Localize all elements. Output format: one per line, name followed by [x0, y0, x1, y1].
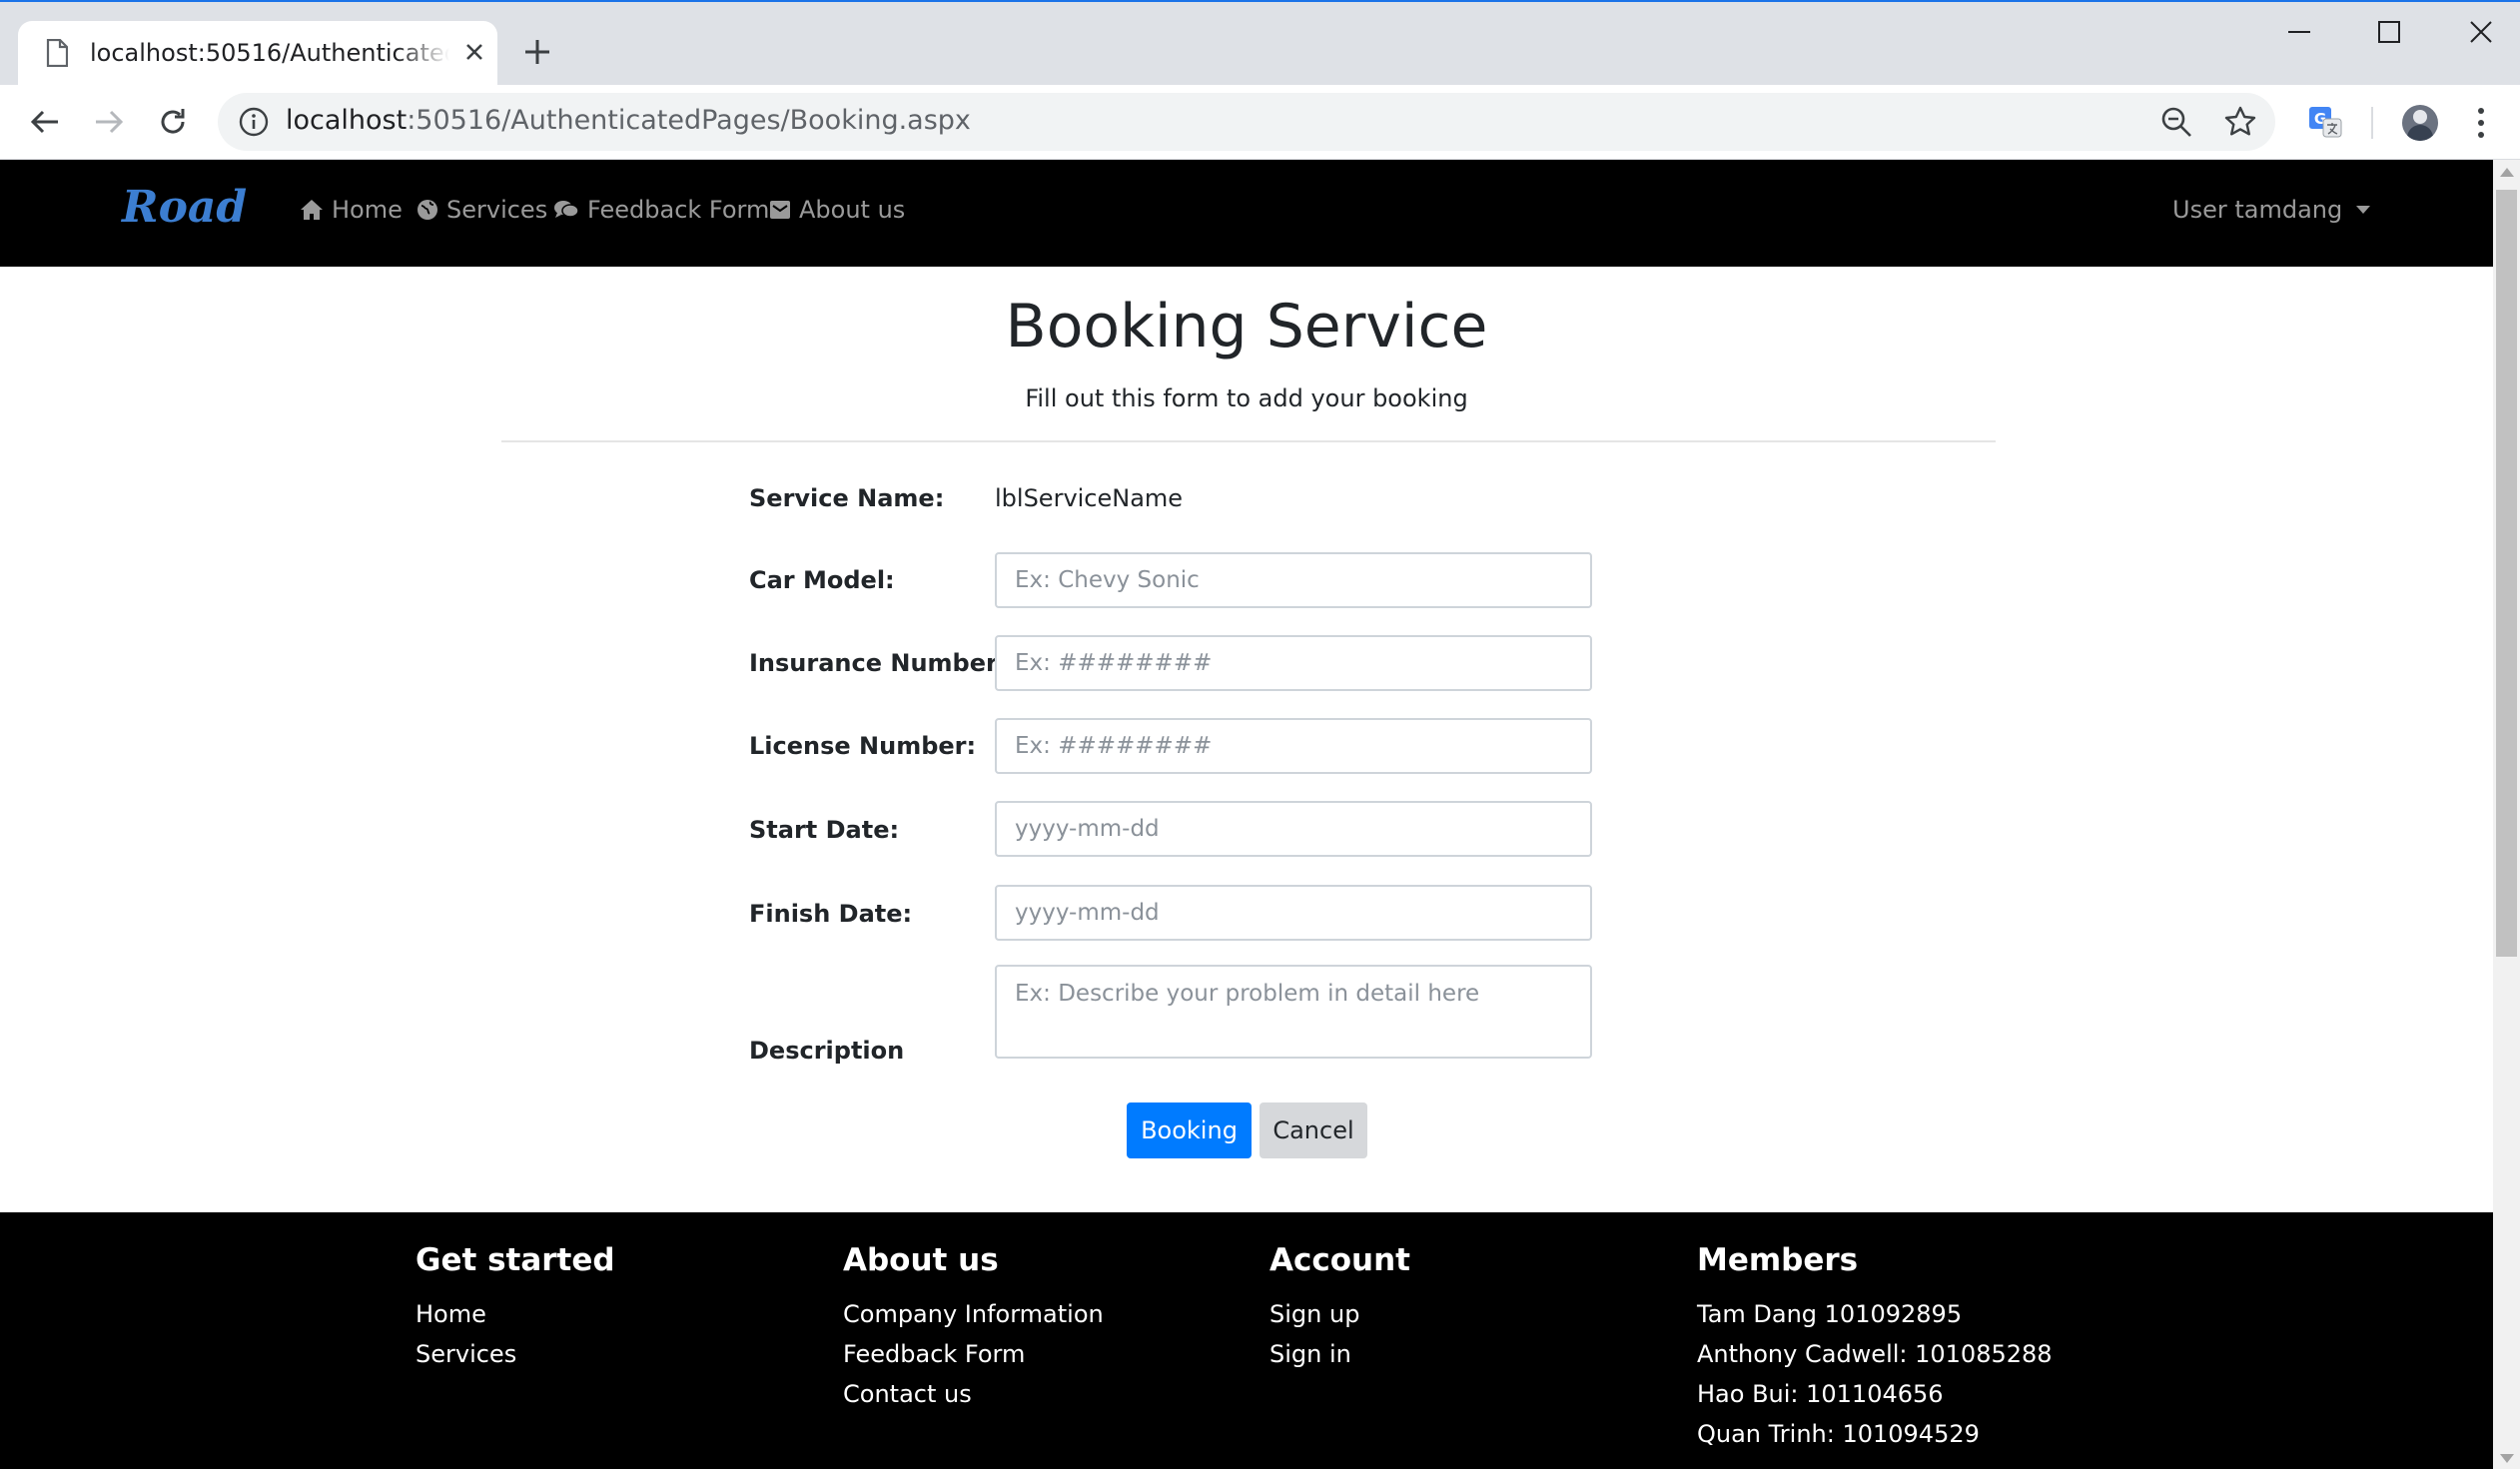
envelope-icon: [770, 201, 790, 219]
comments-icon: [554, 201, 579, 218]
header-divider: [501, 440, 1996, 442]
finish-date-input[interactable]: [995, 885, 1592, 941]
nav-home[interactable]: Home: [300, 196, 403, 224]
license-number-input[interactable]: [995, 718, 1592, 774]
user-menu-dropdown[interactable]: User tamdang: [2172, 196, 2371, 224]
bookmark-star-icon[interactable]: [2223, 105, 2257, 143]
minimize-icon[interactable]: [2287, 20, 2311, 48]
footer-link-contact-us[interactable]: Contact us: [843, 1374, 1104, 1414]
browser-tab-strip: localhost:50516/AuthenticatedPages/Booki…: [0, 0, 2520, 87]
footer-members: Members Tam Dang 101092895 Anthony Cadwe…: [1697, 1242, 2053, 1454]
car-model-label: Car Model:: [749, 566, 895, 594]
translate-icon[interactable]: G: [2307, 105, 2343, 145]
finish-date-label: Finish Date:: [749, 900, 913, 928]
footer-link-home[interactable]: Home: [416, 1294, 615, 1334]
site-navbar: Road Home Services Feedback Form About u…: [0, 160, 2493, 267]
home-icon: [301, 200, 323, 220]
menu-kebab-icon[interactable]: [2475, 107, 2487, 143]
nav-about-us[interactable]: About us: [769, 196, 905, 224]
browser-toolbar: localhost:50516/AuthenticatedPages/Booki…: [0, 85, 2520, 160]
member-entry: Quan Trinh: 101094529: [1697, 1420, 1980, 1448]
description-label: Description: [749, 1037, 905, 1065]
url-path: :50516/AuthenticatedPages/Booking.aspx: [407, 105, 971, 136]
footer-account: Account Sign up Sign in: [1269, 1242, 1410, 1374]
footer-heading: Account: [1269, 1242, 1410, 1278]
nav-services-label: Services: [446, 196, 548, 224]
user-menu-label: User tamdang: [2172, 196, 2343, 224]
page-scrollbar[interactable]: [2493, 160, 2520, 1469]
cancel-button[interactable]: Cancel: [1260, 1102, 1367, 1158]
footer-get-started: Get started Home Services: [416, 1242, 615, 1374]
address-bar[interactable]: localhost:50516/AuthenticatedPages/Booki…: [218, 93, 2275, 151]
tab-title: localhost:50516/AuthenticatedPages/Booki…: [90, 39, 449, 67]
nav-home-label: Home: [332, 196, 403, 224]
nav-feedback-label: Feedback Form: [587, 196, 770, 224]
footer-heading: Get started: [416, 1242, 615, 1278]
nav-feedback-form[interactable]: Feedback Form: [553, 196, 769, 224]
description-textarea[interactable]: [995, 965, 1592, 1059]
forward-icon[interactable]: [92, 105, 126, 143]
close-window-icon[interactable]: [2469, 20, 2493, 48]
info-icon[interactable]: [238, 106, 270, 142]
car-model-input[interactable]: [995, 552, 1592, 608]
url-text: localhost:50516/AuthenticatedPages/Booki…: [286, 105, 971, 136]
scroll-down-icon[interactable]: [2500, 1454, 2514, 1463]
footer-heading: Members: [1697, 1242, 1859, 1278]
zoom-icon[interactable]: [2159, 105, 2193, 143]
member-entry: Hao Bui: 101104656: [1697, 1380, 1944, 1408]
page-icon: [46, 38, 69, 71]
footer-heading: About us: [843, 1242, 999, 1278]
start-date-label: Start Date:: [749, 816, 900, 844]
nav-about-label: About us: [799, 196, 906, 224]
page-title: Booking Service: [1005, 292, 1488, 362]
member-entry: Anthony Cadwell: 101085288: [1697, 1340, 2053, 1368]
footer-about-us: About us Company Information Feedback Fo…: [843, 1242, 1104, 1414]
globe-icon: [418, 200, 437, 220]
footer-link-company-information[interactable]: Company Information: [843, 1294, 1104, 1334]
footer-link-sign-up[interactable]: Sign up: [1269, 1294, 1410, 1334]
site-footer: Get started Home Services About us Compa…: [0, 1212, 2493, 1469]
footer-link-services[interactable]: Services: [416, 1334, 615, 1374]
nav-services[interactable]: Services: [417, 196, 547, 224]
scrollbar-thumb[interactable]: [2496, 190, 2517, 957]
member-entry: Tam Dang 101092895: [1697, 1300, 1963, 1328]
scroll-up-icon[interactable]: [2500, 168, 2514, 177]
back-icon[interactable]: [28, 105, 62, 143]
insurance-number-input[interactable]: [995, 635, 1592, 691]
toolbar-separator: [2371, 107, 2373, 139]
reload-icon[interactable]: [156, 105, 190, 143]
browser-tab[interactable]: localhost:50516/AuthenticatedPages/Booki…: [18, 21, 497, 87]
booking-button[interactable]: Booking: [1127, 1102, 1252, 1158]
insurance-number-label: Insurance Number:: [749, 649, 1008, 677]
caret-down-icon: [2356, 206, 2371, 214]
service-name-label: Service Name:: [749, 484, 945, 512]
close-tab-icon[interactable]: [463, 41, 485, 67]
brand-logo[interactable]: Road: [122, 182, 247, 233]
license-number-label: License Number:: [749, 732, 977, 760]
page-subtitle: Fill out this form to add your booking: [1025, 384, 1468, 412]
maximize-icon[interactable]: [2377, 20, 2401, 48]
service-name-value: lblServiceName: [995, 484, 1184, 512]
profile-avatar[interactable]: [2402, 105, 2438, 141]
new-tab-icon[interactable]: [523, 38, 551, 70]
start-date-input[interactable]: [995, 801, 1592, 857]
footer-link-sign-in[interactable]: Sign in: [1269, 1334, 1410, 1374]
footer-link-feedback-form[interactable]: Feedback Form: [843, 1334, 1104, 1374]
url-host: localhost: [286, 105, 408, 136]
